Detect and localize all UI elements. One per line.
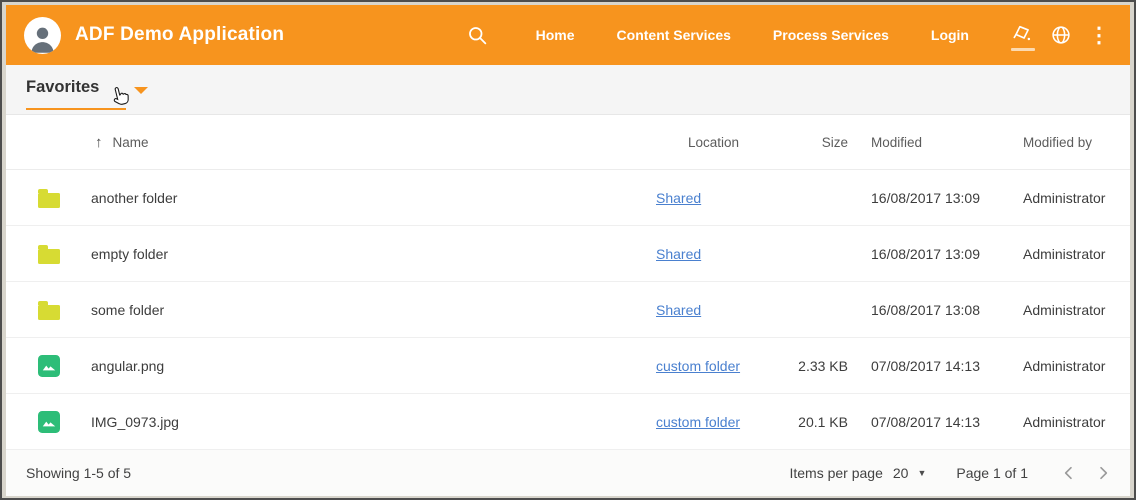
row-location-link[interactable]: Shared <box>656 246 701 262</box>
items-per-page-value: 20 <box>893 465 909 481</box>
chevron-down-icon[interactable] <box>134 87 148 94</box>
previous-page-button[interactable] <box>1052 456 1086 490</box>
column-header-size[interactable]: Size <box>776 135 848 150</box>
page-title: Favorites <box>26 78 99 96</box>
chevron-right-icon <box>1095 465 1111 481</box>
browser-frame: ADF Demo Application Home Content Servic… <box>0 0 1136 500</box>
row-size: 20.1 KB <box>776 414 848 430</box>
column-label-name: Name <box>113 135 149 150</box>
row-location-link[interactable]: custom folder <box>656 414 740 430</box>
showing-range-label: Showing 1-5 of 5 <box>26 465 131 481</box>
column-header-modified-by[interactable]: Modified by <box>1008 135 1114 150</box>
column-header-modified[interactable]: Modified <box>848 135 1008 150</box>
row-name: another folder <box>91 190 651 206</box>
nav-item-login[interactable]: Login <box>910 17 990 53</box>
person-icon <box>27 23 58 54</box>
select-caret-icon: ▼ <box>917 468 926 478</box>
column-header-location[interactable]: Location <box>651 135 776 150</box>
row-modified: 16/08/2017 13:09 <box>848 190 1008 206</box>
globe-icon <box>1050 24 1072 46</box>
search-icon <box>467 25 488 46</box>
table-row[interactable]: IMG_0973.jpg custom folder 20.1 KB 07/08… <box>6 394 1130 450</box>
row-type-icon-cell <box>38 188 91 208</box>
row-modified-by: Administrator <box>1008 246 1114 262</box>
row-modified-by: Administrator <box>1008 190 1114 206</box>
table-header: ↑ Name Location Size Modified Modified b… <box>6 115 1130 170</box>
app-title: ADF Demo Application <box>75 24 284 46</box>
items-per-page-select[interactable]: 20 ▼ <box>893 465 927 481</box>
row-size: 2.33 KB <box>776 358 848 374</box>
column-header-name[interactable]: ↑ Name <box>91 135 651 150</box>
adf-app: ADF Demo Application Home Content Servic… <box>6 5 1130 496</box>
language-button[interactable] <box>1042 15 1080 55</box>
image-icon <box>38 411 60 433</box>
row-name: some folder <box>91 302 651 318</box>
theme-color-button[interactable] <box>1004 15 1042 55</box>
more-menu-button[interactable]: ⋮ <box>1080 15 1118 55</box>
row-modified-by: Administrator <box>1008 302 1114 318</box>
nav-item-process-services[interactable]: Process Services <box>752 17 910 53</box>
row-name: empty folder <box>91 246 651 262</box>
row-location-link[interactable]: Shared <box>656 302 701 318</box>
row-location-link[interactable]: custom folder <box>656 358 740 374</box>
color-underline <box>1011 48 1035 51</box>
nav-item-home[interactable]: Home <box>515 17 596 53</box>
row-modified: 07/08/2017 14:13 <box>848 414 1008 430</box>
search-button[interactable] <box>459 15 497 55</box>
table-row[interactable]: angular.png custom folder 2.33 KB 07/08/… <box>6 338 1130 394</box>
table-row[interactable]: some folder Shared 16/08/2017 13:08 Admi… <box>6 282 1130 338</box>
color-fill-bucket-icon <box>1012 24 1035 47</box>
nav-item-content-services[interactable]: Content Services <box>596 17 752 53</box>
row-modified: 16/08/2017 13:09 <box>848 246 1008 262</box>
row-type-icon-cell <box>38 411 91 433</box>
row-name: IMG_0973.jpg <box>91 414 651 430</box>
row-modified: 16/08/2017 13:08 <box>848 302 1008 318</box>
row-modified: 07/08/2017 14:13 <box>848 358 1008 374</box>
more-vert-icon: ⋮ <box>1089 25 1110 46</box>
image-icon <box>38 355 60 377</box>
row-modified-by: Administrator <box>1008 358 1114 374</box>
table-row[interactable]: another folder Shared 16/08/2017 13:09 A… <box>6 170 1130 226</box>
paginator: Showing 1-5 of 5 Items per page 20 ▼ Pag… <box>6 450 1130 496</box>
app-bar: ADF Demo Application Home Content Servic… <box>6 5 1130 65</box>
folder-icon <box>38 249 60 264</box>
row-name: angular.png <box>91 358 651 374</box>
page-status-label: Page 1 of 1 <box>956 465 1028 481</box>
row-location-link[interactable]: Shared <box>656 190 701 206</box>
user-avatar[interactable] <box>24 17 61 54</box>
row-type-icon-cell <box>38 244 91 264</box>
chevron-left-icon <box>1061 465 1077 481</box>
row-modified-by: Administrator <box>1008 414 1114 430</box>
table-body: another folder Shared 16/08/2017 13:09 A… <box>6 170 1130 450</box>
folder-icon <box>38 193 60 208</box>
next-page-button[interactable] <box>1086 456 1120 490</box>
main-nav: Home Content Services Process Services L… <box>515 17 990 53</box>
folder-icon <box>38 305 60 320</box>
content-header: Favorites <box>6 65 1130 115</box>
sort-ascending-icon: ↑ <box>95 135 103 150</box>
row-type-icon-cell <box>38 300 91 320</box>
view-selector[interactable]: Favorites <box>26 69 126 110</box>
items-per-page-label: Items per page <box>789 465 882 481</box>
table-row[interactable]: empty folder Shared 16/08/2017 13:09 Adm… <box>6 226 1130 282</box>
row-type-icon-cell <box>38 355 91 377</box>
